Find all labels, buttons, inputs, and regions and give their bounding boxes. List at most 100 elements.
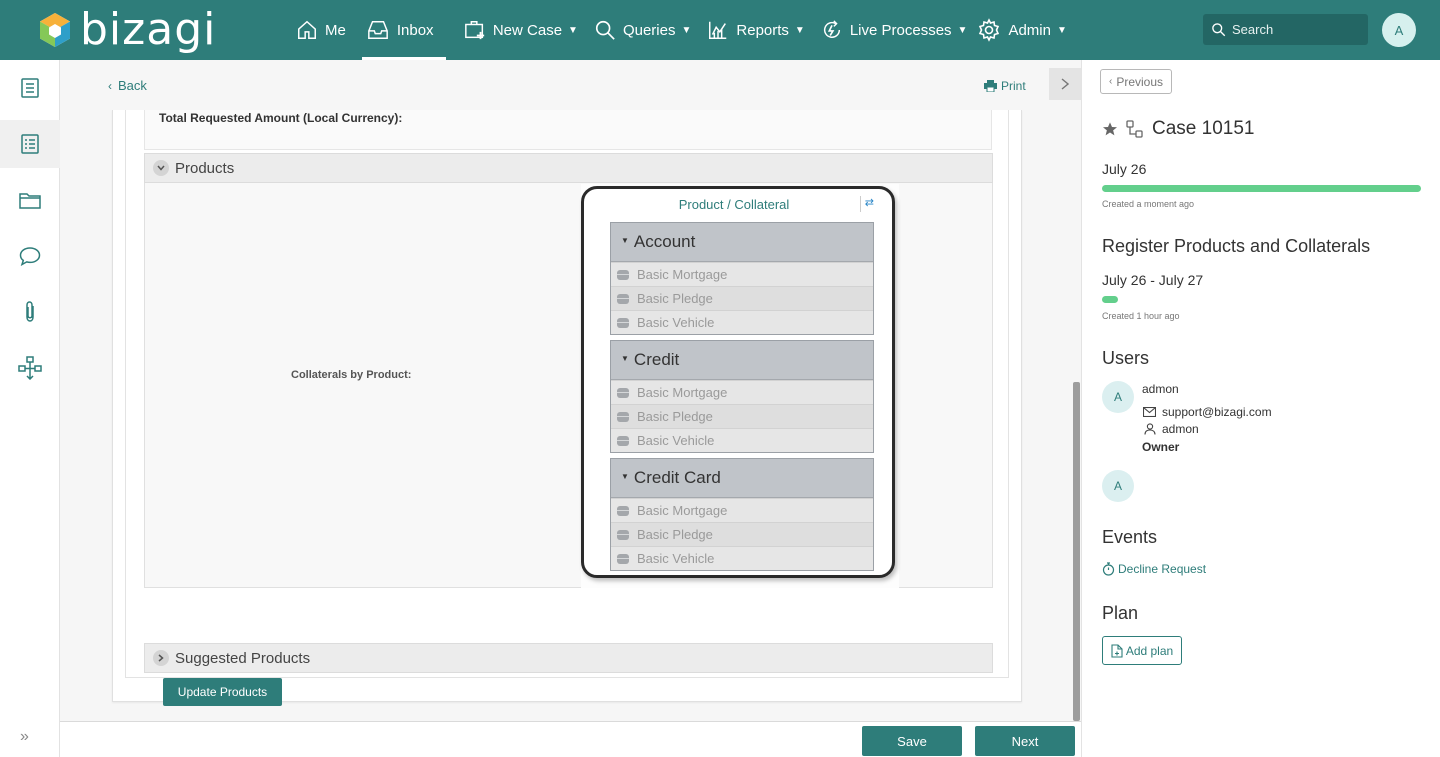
form-container: Total Requested Amount (Local Currency):… [125, 110, 1009, 706]
search-icon [595, 20, 615, 40]
tree-item[interactable]: Basic Pledge [611, 404, 873, 428]
comment-icon[interactable] [0, 232, 60, 280]
previous-button[interactable]: ‹ Previous [1100, 69, 1172, 94]
nav-inbox[interactable]: Inbox [361, 0, 446, 60]
chevron-down-icon: ▼ [568, 24, 578, 36]
task-created-text: Created 1 hour ago [1102, 311, 1180, 321]
nav-live-processes-label: Live Processes [849, 21, 952, 39]
top-navigation-bar: bizagi Me Inbox New Case ▼ Queries ▼ Rep… [0, 0, 1440, 60]
avatar: A [1102, 381, 1134, 413]
chevron-down-icon: ▼ [681, 24, 692, 36]
nav-new-case[interactable]: New Case ▼ [456, 0, 586, 60]
chevron-down-icon[interactable] [153, 160, 169, 176]
tree-item[interactable]: Basic Vehicle [611, 428, 873, 452]
attachment-icon[interactable] [0, 288, 60, 336]
tree-group-account: ▼ Account Basic Mortgage Basic Pledge Ba… [610, 222, 874, 335]
task-progress-bar [1102, 296, 1118, 303]
home-icon [298, 20, 316, 39]
tree-item-label: Basic Vehicle [637, 315, 715, 330]
database-icon [617, 387, 629, 398]
database-icon [617, 435, 629, 446]
stopwatch-icon [1102, 562, 1115, 576]
collaterals-by-product-label: Collaterals by Product: [291, 369, 412, 381]
refresh-icon[interactable]: ⇄ [860, 196, 874, 212]
reports-icon [709, 21, 727, 39]
task-title: Register Products and Collaterals [1102, 236, 1371, 256]
folder-icon[interactable] [0, 176, 60, 224]
products-group-header[interactable]: Products [144, 153, 993, 183]
process-icon [1126, 120, 1143, 138]
live-processes-icon [823, 20, 840, 38]
envelope-icon [1143, 407, 1156, 417]
case-list-icon[interactable] [0, 120, 60, 168]
print-link[interactable]: Print [984, 79, 1026, 93]
suggested-products-group-header[interactable]: Suggested Products [144, 643, 993, 673]
case-summary-panel: ‹ Previous Case 10151 July 26 Created a … [1081, 60, 1440, 757]
workflow-icon[interactable] [0, 344, 60, 392]
tree-group-header[interactable]: ▼ Credit [611, 341, 873, 380]
nav-queries-label: Queries [622, 21, 676, 39]
tree-group-credit-card: ▼ Credit Card Basic Mortgage Basic Pledg… [610, 458, 874, 571]
main-nav: Me Inbox New Case ▼ Queries ▼ Reports ▼ … [290, 0, 1075, 60]
form-action-bar: Save Next [60, 721, 1081, 757]
nav-queries[interactable]: Queries ▼ [586, 0, 699, 60]
collapse-panel-button[interactable] [1049, 68, 1081, 100]
case-title: Case 10151 [1102, 118, 1254, 140]
user-name: admon [1142, 382, 1179, 396]
nav-me-label: Me [325, 21, 346, 39]
nav-new-case-label: New Case [492, 21, 563, 39]
database-icon [617, 411, 629, 422]
case-date: July 26 [1102, 161, 1147, 177]
tree-item[interactable]: Basic Mortgage [611, 262, 873, 286]
back-label: Back [118, 78, 147, 93]
nav-admin[interactable]: Admin ▼ [969, 0, 1074, 60]
chevron-left-icon: ‹ [108, 78, 112, 93]
nav-admin-label: Admin [1008, 21, 1051, 39]
tree-item-label: Basic Vehicle [637, 433, 715, 448]
products-group-title: Products [175, 159, 235, 177]
case-created-text: Created a moment ago [1102, 199, 1195, 209]
expand-sidebar-icon[interactable]: » [20, 728, 29, 746]
database-icon [617, 269, 629, 280]
task-list-icon[interactable] [0, 64, 60, 112]
tree-item[interactable]: Basic Vehicle [611, 546, 873, 570]
tree-group-header[interactable]: ▼ Account [611, 223, 873, 262]
global-search[interactable] [1203, 14, 1368, 45]
tree-item[interactable]: Basic Pledge [611, 286, 873, 310]
inbox-icon [367, 21, 388, 39]
chevron-down-icon: ▼ [957, 24, 968, 36]
search-input[interactable] [1232, 22, 1352, 37]
vertical-scrollbar[interactable] [1073, 382, 1080, 721]
nav-reports[interactable]: Reports ▼ [699, 0, 812, 60]
add-plan-button[interactable]: Add plan [1102, 636, 1182, 665]
tree-item[interactable]: Basic Vehicle [611, 310, 873, 334]
task-dates: July 26 - July 27 [1102, 272, 1204, 288]
tree-group-header[interactable]: ▼ Credit Card [611, 459, 873, 498]
total-requested-amount-label: Total Requested Amount (Local Currency): [159, 111, 403, 125]
update-products-button[interactable]: Update Products [163, 678, 282, 706]
database-icon [617, 317, 629, 328]
left-sidebar: » [0, 60, 60, 757]
plan-heading: Plan [1102, 603, 1139, 623]
user-email-text: support@bizagi.com [1162, 405, 1272, 419]
tree-item-label: Basic Pledge [637, 291, 713, 306]
previous-label: Previous [1116, 74, 1164, 89]
nav-live-processes[interactable]: Live Processes ▼ [813, 0, 976, 60]
save-button[interactable]: Save [862, 726, 962, 756]
tree-item[interactable]: Basic Pledge [611, 522, 873, 546]
nav-me[interactable]: Me [290, 0, 358, 60]
chevron-down-icon: ▼ [794, 24, 805, 36]
star-icon[interactable] [1102, 121, 1118, 137]
tree-item-label: Basic Pledge [637, 527, 713, 542]
users-heading: Users [1102, 348, 1150, 368]
tree-item[interactable]: Basic Mortgage [611, 380, 873, 404]
bizagi-logo[interactable]: bizagi [38, 6, 216, 54]
tree-item[interactable]: Basic Mortgage [611, 498, 873, 522]
back-link[interactable]: ‹ Back [108, 78, 147, 93]
product-collateral-tree: Product / Collateral ⇄ ▼ Account Basic M… [581, 184, 899, 588]
user-login-text: admon [1162, 422, 1199, 436]
next-button[interactable]: Next [975, 726, 1075, 756]
chevron-right-icon[interactable] [153, 650, 169, 666]
user-avatar[interactable]: A [1382, 13, 1416, 47]
decline-request-event[interactable]: Decline Request [1102, 562, 1206, 576]
